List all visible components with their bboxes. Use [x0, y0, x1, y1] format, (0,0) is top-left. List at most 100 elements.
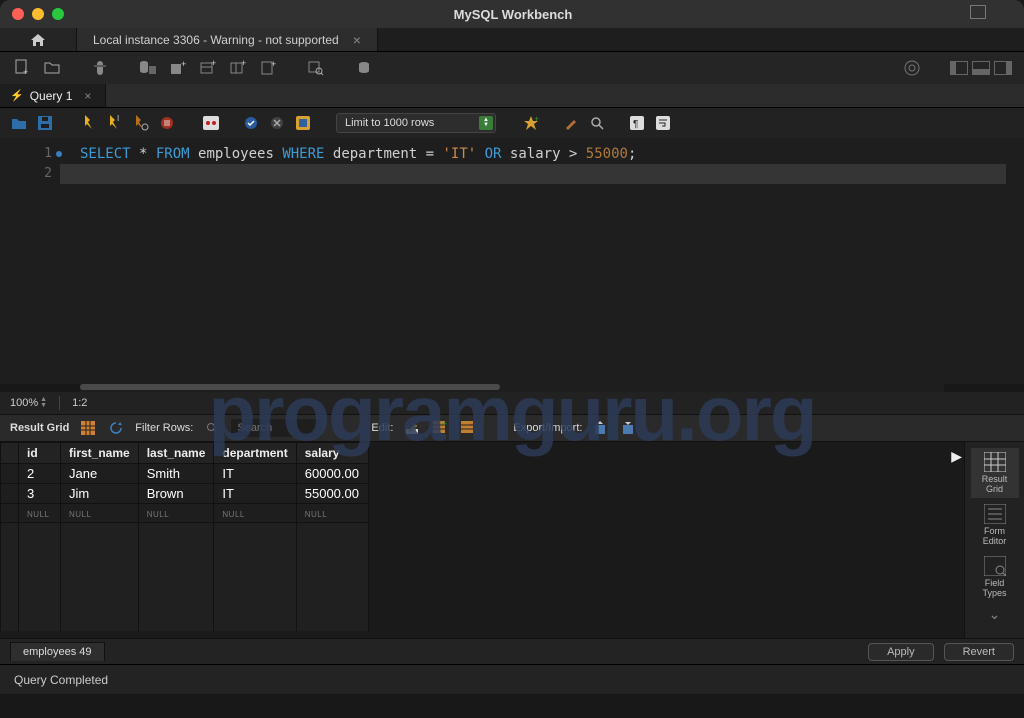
settings-icon[interactable]	[902, 58, 922, 78]
table-cell-null[interactable]: NULL	[214, 504, 296, 523]
beautify-icon[interactable]: +	[522, 114, 540, 132]
reconnect-icon[interactable]	[354, 58, 374, 78]
table-cell[interactable]: 60000.00	[296, 464, 368, 484]
commit-icon[interactable]	[242, 114, 260, 132]
table-cell[interactable]: IT	[214, 464, 296, 484]
toggle-right-panel-icon[interactable]	[994, 61, 1012, 75]
svg-text:¶: ¶	[633, 119, 638, 130]
result-grid-tab[interactable]: Result Grid	[971, 448, 1019, 498]
brush-icon[interactable]	[562, 114, 580, 132]
bottom-tab-bar: employees 49 Apply Revert	[0, 638, 1024, 664]
table-row-null[interactable]: NULLNULLNULLNULLNULL	[1, 504, 369, 523]
toggle-left-panel-icon[interactable]	[950, 61, 968, 75]
scrollbar-thumb[interactable]	[80, 384, 500, 390]
status-bar: Query Completed	[0, 664, 1024, 694]
table-cell-null[interactable]: NULL	[138, 504, 214, 523]
filter-search-input[interactable]	[231, 419, 321, 437]
table-cell[interactable]: Brown	[138, 484, 214, 504]
limit-rows-dropdown[interactable]: Limit to 1000 rows ▲▼	[336, 113, 496, 133]
wrap-cell-icon[interactable]	[970, 5, 986, 19]
close-tab-icon[interactable]: ×	[353, 32, 361, 48]
query-tab[interactable]: ⚡ Query 1 ×	[0, 84, 106, 107]
editor-hscrollbar[interactable]	[80, 384, 944, 392]
query-toolbar: I Limit to 1000 rows ▲▼ + ¶	[0, 108, 1024, 138]
explain-icon[interactable]	[132, 114, 150, 132]
table-cell-null[interactable]: NULL	[296, 504, 368, 523]
close-query-tab-icon[interactable]: ×	[84, 89, 91, 103]
stop-icon[interactable]	[158, 114, 176, 132]
table-cell[interactable]: 55000.00	[296, 484, 368, 504]
toggle-bottom-panel-icon[interactable]	[972, 61, 990, 75]
edit-row-icon[interactable]	[403, 419, 421, 437]
zoom-bar: 100% ▲▼ 1:2	[0, 392, 1024, 414]
new-schema-icon[interactable]: +	[168, 58, 188, 78]
grid-view-icon[interactable]	[79, 419, 97, 437]
search-table-icon[interactable]	[306, 58, 326, 78]
db-schema-icon[interactable]	[138, 58, 158, 78]
toggle-ws-icon[interactable]	[202, 114, 220, 132]
table-row[interactable]: 2JaneSmithIT60000.00	[1, 464, 369, 484]
table-cell[interactable]: 3	[19, 484, 61, 504]
find-icon[interactable]	[588, 114, 606, 132]
save-file-icon[interactable]	[36, 114, 54, 132]
inspector-icon[interactable]	[90, 58, 110, 78]
new-table-icon[interactable]: +	[198, 58, 218, 78]
table-row[interactable]: 3JimBrownIT55000.00	[1, 484, 369, 504]
open-sql-file-icon[interactable]	[42, 58, 62, 78]
sql-editor[interactable]: 1 2 SELECT * FROM employees WHERE depart…	[0, 138, 1024, 384]
new-view-icon[interactable]: +	[228, 58, 248, 78]
field-types-tab-label: Field Types	[982, 578, 1006, 598]
column-header[interactable]: department	[214, 443, 296, 464]
table-cell[interactable]: Jane	[61, 464, 139, 484]
table-cell[interactable]: Smith	[138, 464, 214, 484]
line-gutter: 1 2	[0, 138, 60, 384]
delete-row-icon[interactable]: −	[459, 419, 477, 437]
form-editor-tab[interactable]: Form Editor	[971, 500, 1019, 550]
svg-text:+: +	[211, 60, 216, 68]
limit-rows-label: Limit to 1000 rows	[345, 117, 434, 129]
execute-current-icon[interactable]: I	[106, 114, 124, 132]
result-set-tab[interactable]: employees 49	[10, 642, 105, 661]
revert-button[interactable]: Revert	[944, 643, 1014, 661]
column-header[interactable]: id	[19, 443, 61, 464]
rollback-icon[interactable]	[268, 114, 286, 132]
wrap-icon[interactable]	[654, 114, 672, 132]
import-icon[interactable]	[620, 419, 638, 437]
code-area[interactable]: SELECT * FROM employees WHERE department…	[60, 138, 1024, 384]
zoom-pct-label: 100%	[10, 397, 38, 409]
svg-text:+: +	[534, 115, 539, 124]
stepper-arrows-icon: ▲▼	[40, 397, 47, 409]
chevron-down-icon[interactable]: ⌄	[989, 606, 1001, 623]
autocommit-icon[interactable]	[294, 114, 312, 132]
connection-tab[interactable]: Local instance 3306 - Warning - not supp…	[76, 28, 378, 51]
column-header[interactable]: salary	[296, 443, 368, 464]
lightning-icon: ⚡	[10, 89, 24, 102]
export-icon[interactable]	[592, 419, 610, 437]
refresh-icon[interactable]	[107, 419, 125, 437]
home-tab[interactable]	[0, 28, 76, 51]
open-file-icon[interactable]	[10, 114, 28, 132]
result-caret-icon[interactable]: ▶	[951, 448, 962, 465]
code-line-1: SELECT * FROM employees WHERE department…	[80, 144, 1014, 164]
dropdown-arrows-icon: ▲▼	[479, 116, 493, 130]
zoom-level[interactable]: 100% ▲▼	[10, 397, 47, 409]
apply-button[interactable]: Apply	[868, 643, 934, 661]
table-cell-null[interactable]: NULL	[61, 504, 139, 523]
new-procedure-icon[interactable]: +	[258, 58, 278, 78]
home-icon	[30, 33, 46, 47]
table-cell[interactable]: Jim	[61, 484, 139, 504]
result-grid-tab-label: Result Grid	[982, 474, 1008, 494]
column-header[interactable]: first_name	[61, 443, 139, 464]
column-header[interactable]: last_name	[138, 443, 214, 464]
table-cell-null[interactable]: NULL	[19, 504, 61, 523]
toggle-invisible-icon[interactable]: ¶	[628, 114, 646, 132]
connection-tab-label: Local instance 3306 - Warning - not supp…	[93, 33, 339, 47]
table-cell[interactable]: 2	[19, 464, 61, 484]
result-grid[interactable]: idfirst_namelast_namedepartmentsalary 2J…	[0, 442, 964, 638]
new-sql-file-icon[interactable]: +	[12, 58, 32, 78]
field-types-tab[interactable]: Field Types	[971, 552, 1019, 602]
execute-icon[interactable]	[80, 114, 98, 132]
filter-rows-label: Filter Rows:	[135, 422, 193, 434]
add-row-icon[interactable]: +	[431, 419, 449, 437]
table-cell[interactable]: IT	[214, 484, 296, 504]
